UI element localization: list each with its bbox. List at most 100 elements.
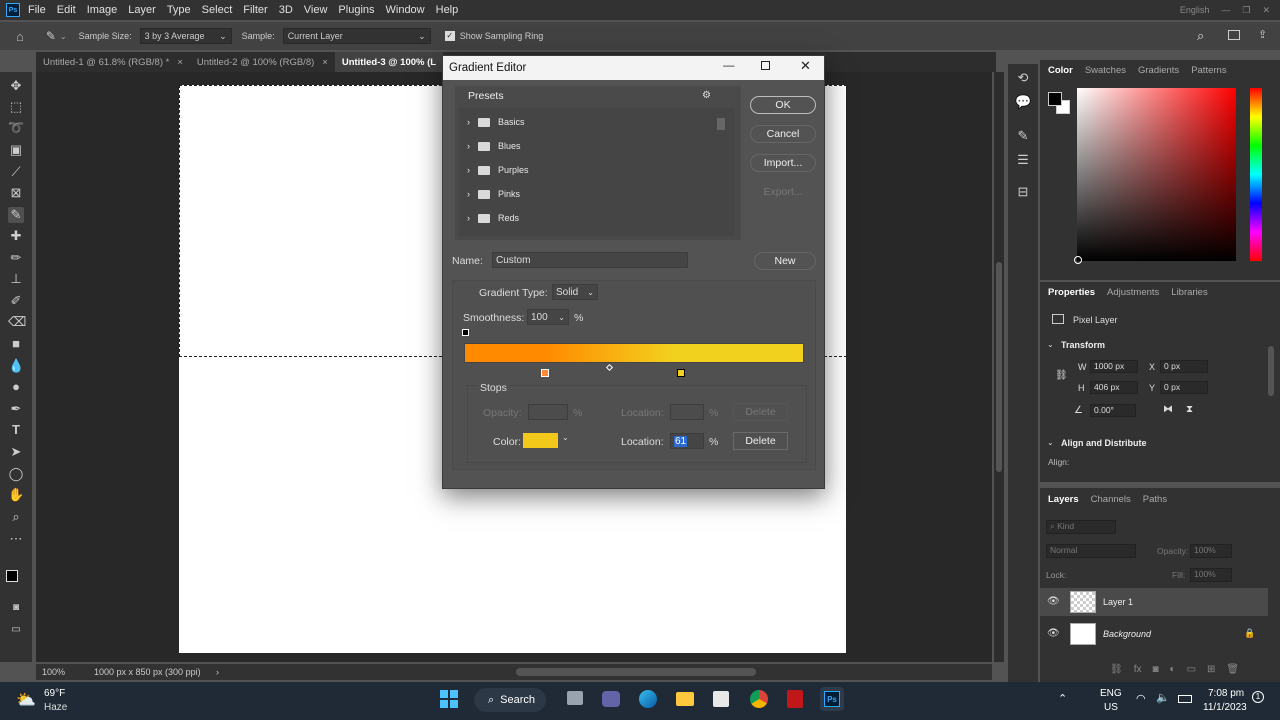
vertical-scrollbar[interactable] xyxy=(994,72,1004,662)
menu-help[interactable]: Help xyxy=(436,4,459,16)
blur-tool-icon[interactable]: 💧 xyxy=(8,358,24,374)
close-icon[interactable]: ✕ xyxy=(1262,5,1270,16)
brushes-icon[interactable]: ✎ xyxy=(1015,128,1031,144)
horizontal-scroll-thumb[interactable] xyxy=(516,668,756,676)
visibility-eye-icon[interactable]: 👁 xyxy=(1047,596,1060,607)
chevron-down-icon[interactable]: ⌄ xyxy=(60,32,67,41)
teams-icon[interactable] xyxy=(602,691,620,707)
menu-3d[interactable]: 3D xyxy=(279,4,293,16)
flip-horizontal-icon[interactable]: ⧓ xyxy=(1163,404,1173,415)
tab-properties[interactable]: Properties xyxy=(1048,287,1095,298)
mask-icon[interactable]: ◙ xyxy=(1152,664,1158,675)
opacity-field[interactable]: 100% xyxy=(1190,544,1232,558)
minimize-icon[interactable]: — xyxy=(723,60,735,72)
tab-adjustments[interactable]: Adjustments xyxy=(1107,287,1159,298)
link-icon[interactable]: ⛓ xyxy=(1055,370,1068,381)
dodge-tool-icon[interactable]: ● xyxy=(8,379,24,395)
menu-file[interactable]: File xyxy=(28,4,46,16)
visibility-eye-icon[interactable]: 👁 xyxy=(1047,628,1060,639)
brush-tool-icon[interactable]: ✏ xyxy=(8,250,24,266)
weather-condition[interactable]: Haze xyxy=(44,702,67,713)
color-field[interactable] xyxy=(1074,88,1236,264)
layer-row[interactable]: 👁 Background 🔒 xyxy=(1040,620,1268,648)
foreground-color-chip[interactable] xyxy=(1048,92,1062,106)
preset-folder-pinks[interactable]: › Pinks xyxy=(467,188,520,200)
new-layer-icon[interactable]: ⊞ xyxy=(1207,664,1215,675)
weather-icon[interactable]: ⛅ xyxy=(16,690,36,710)
ok-button[interactable]: OK xyxy=(750,96,816,114)
tab-untitled-3[interactable]: Untitled-3 @ 100% (L xyxy=(334,52,444,72)
layer-name[interactable]: Layer 1 xyxy=(1103,597,1133,607)
tab-gradients[interactable]: Gradients xyxy=(1138,65,1179,76)
color-stop-marker-selected[interactable] xyxy=(677,369,685,377)
chrome-icon[interactable] xyxy=(750,690,768,708)
quick-mask-icon[interactable]: ◙ xyxy=(8,600,24,616)
photoshop-taskbar-icon[interactable]: Ps xyxy=(820,687,844,711)
color-stop-swatch[interactable] xyxy=(523,433,558,448)
file-explorer-icon[interactable] xyxy=(676,692,694,706)
gradient-type-select[interactable]: Solid ⌄ xyxy=(552,284,598,300)
layer-name[interactable]: Background xyxy=(1103,629,1151,639)
history-icon[interactable]: ⟲ xyxy=(1015,70,1031,86)
link-layers-icon[interactable]: ⛓ xyxy=(1110,664,1123,675)
presets-scrollbar[interactable] xyxy=(717,118,725,130)
height-field[interactable]: 406 px xyxy=(1090,381,1138,394)
color-location-field[interactable]: 61 xyxy=(670,433,704,449)
gear-icon[interactable]: ⚙ xyxy=(702,90,711,101)
type-tool-icon[interactable]: T xyxy=(8,422,24,438)
gradient-bar[interactable] xyxy=(464,343,804,363)
tab-swatches[interactable]: Swatches xyxy=(1085,65,1126,76)
taskbar-search[interactable]: ⌕ Search xyxy=(474,688,546,712)
color-picker-ring[interactable] xyxy=(1074,256,1082,264)
menu-layer[interactable]: Layer xyxy=(128,4,156,16)
preset-folder-basics[interactable]: › Basics xyxy=(467,116,525,128)
fill-field[interactable]: 100% xyxy=(1190,568,1232,582)
chevron-down-icon[interactable]: ⌄ xyxy=(562,433,569,442)
eraser-tool-icon[interactable]: ⌫ xyxy=(8,314,26,330)
chevron-right-icon[interactable]: › xyxy=(467,141,470,151)
flip-vertical-icon[interactable]: ⧗ xyxy=(1186,404,1193,415)
marquee-tool-icon[interactable]: ⬚ xyxy=(8,99,24,115)
language-code[interactable]: ENG xyxy=(1100,688,1122,699)
chevron-up-icon[interactable]: ⌃ xyxy=(1058,692,1067,705)
move-tool-icon[interactable]: ✥ xyxy=(8,78,24,94)
path-select-icon[interactable]: ➤ xyxy=(8,444,24,460)
chevron-right-icon[interactable]: › xyxy=(467,117,470,127)
eyedropper-icon[interactable]: ✎ xyxy=(46,29,56,43)
close-icon[interactable]: ✕ xyxy=(800,58,811,74)
tab-layers[interactable]: Layers xyxy=(1048,494,1079,505)
task-view-icon[interactable] xyxy=(567,691,583,705)
eyedropper-tool-icon[interactable]: ✎ xyxy=(8,207,24,223)
tab-untitled-1[interactable]: Untitled-1 @ 61.8% (RGB/8) * × xyxy=(36,52,190,72)
menu-edit[interactable]: Edit xyxy=(57,4,76,16)
preset-folder-reds[interactable]: › Reds xyxy=(467,212,519,224)
chevron-right-icon[interactable]: › xyxy=(467,213,470,223)
width-field[interactable]: 1000 px xyxy=(1090,360,1138,373)
fx-icon[interactable]: fx xyxy=(1134,664,1142,675)
tab-channels[interactable]: Channels xyxy=(1091,494,1131,505)
history-brush-icon[interactable]: ✐ xyxy=(8,293,24,309)
sample-select[interactable]: Current Layer ⌄ xyxy=(282,28,431,44)
weather-temp[interactable]: 69°F xyxy=(44,688,65,699)
notification-icon[interactable]: 1 xyxy=(1252,691,1264,703)
mcafee-icon[interactable] xyxy=(787,690,803,708)
region-code[interactable]: US xyxy=(1104,702,1118,713)
name-field[interactable]: Custom xyxy=(492,252,688,268)
home-icon[interactable]: ⌂ xyxy=(16,29,24,44)
tab-patterns[interactable]: Patterns xyxy=(1191,65,1226,76)
store-icon[interactable] xyxy=(713,691,729,707)
chevron-right-icon[interactable]: › xyxy=(467,165,470,175)
tab-untitled-2[interactable]: Untitled-2 @ 100% (RGB/8) × xyxy=(190,52,335,72)
chevron-right-icon[interactable]: › xyxy=(467,189,470,199)
clock-date[interactable]: 11/1/2023 xyxy=(1203,702,1247,713)
opacity-stop-marker[interactable] xyxy=(462,329,469,336)
cancel-button[interactable]: Cancel xyxy=(750,125,816,143)
battery-icon[interactable] xyxy=(1178,695,1192,703)
hand-tool-icon[interactable]: ✋ xyxy=(8,487,24,503)
volume-icon[interactable]: 🔈 xyxy=(1156,691,1170,704)
blend-mode-select[interactable]: Normal xyxy=(1046,544,1136,558)
midpoint-diamond[interactable] xyxy=(605,363,614,372)
clock-time[interactable]: 7:08 pm xyxy=(1208,688,1244,699)
share-icon[interactable]: ⇪ xyxy=(1258,28,1267,41)
menu-plugins[interactable]: Plugins xyxy=(338,4,374,16)
